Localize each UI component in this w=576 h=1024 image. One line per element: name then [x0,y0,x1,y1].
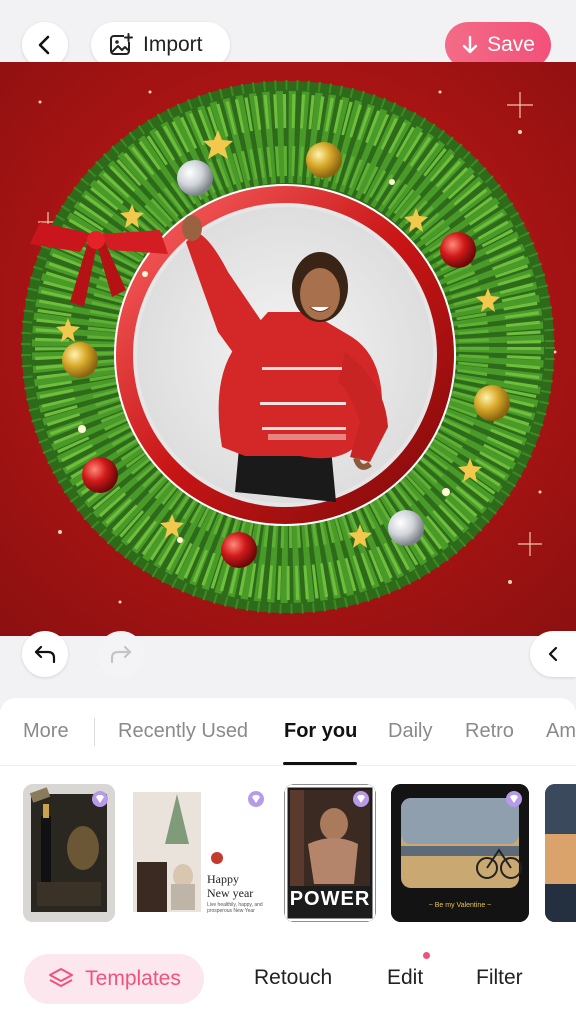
tab-for-you[interactable]: For you [284,720,357,743]
chevron-left-icon [548,646,558,662]
bottom-panel: More Recently Used For you Daily Retro A… [0,698,576,1024]
active-tab-underline [283,762,357,765]
premium-diamond-icon [353,791,369,807]
category-tabs: More Recently Used For you Daily Retro A… [0,698,576,766]
template-title: POWER [289,888,371,910]
template-caption: ~ Be my Valentine ~ [428,902,492,909]
photo-editor: Import Save More Recently Used For you D… [0,0,576,1024]
nav-templates-label: Templates [85,967,181,990]
download-arrow-icon [462,35,478,54]
template-list: Happy New year Live healthily, happy, an… [0,784,576,924]
premium-diamond-icon [506,791,522,807]
template-card[interactable]: Happy New year Live healthily, happy, an… [131,784,269,922]
tab-daily[interactable]: Daily [388,720,432,743]
edit-canvas[interactable] [0,62,576,636]
nav-edit[interactable]: Edit [387,966,423,990]
import-label: Import [143,33,203,56]
undo-icon [34,645,56,664]
premium-diamond-icon [92,791,108,807]
redo-icon [110,645,132,664]
bottom-nav: Templates Retouch Edit Filter [0,952,576,1006]
nav-retouch[interactable]: Retouch [254,966,332,990]
tab-am[interactable]: Am [546,720,576,743]
template-heading-line2: New year [207,886,254,900]
tab-more[interactable]: More [23,720,69,743]
tab-divider [94,718,95,746]
tab-recently-used[interactable]: Recently Used [118,720,248,743]
nav-filter[interactable]: Filter [476,966,523,990]
template-heading-line1: Happy [207,872,239,886]
save-label: Save [487,33,535,56]
image-add-icon [110,33,133,55]
redo-button[interactable] [98,631,144,677]
template-card[interactable] [545,784,576,922]
undo-button[interactable] [22,631,68,677]
template-card[interactable] [23,784,115,922]
back-arrow-icon [38,35,50,55]
christmas-wreath-photo [21,80,557,614]
template-subtext: Live healthily, happy, and prosperous Ne… [207,902,263,914]
template-card[interactable]: ~ Be my Valentine ~ [391,784,529,922]
template-card[interactable]: POWER [284,784,376,922]
premium-diamond-icon [248,791,264,807]
collapse-panel-button[interactable] [530,631,576,677]
notification-dot [423,952,430,959]
layers-icon [49,968,74,987]
nav-templates[interactable]: Templates [24,954,204,1004]
tab-retro[interactable]: Retro [465,720,514,743]
